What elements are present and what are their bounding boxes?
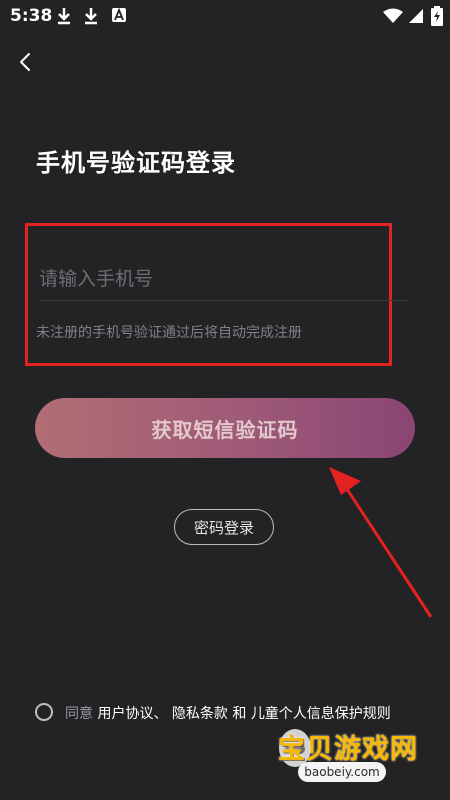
child-privacy-link[interactable]: 儿童个人信息保护规则 [251, 706, 391, 722]
download-icon [85, 8, 97, 25]
user-agreement-link[interactable]: 用户协议 [97, 706, 153, 722]
watermark-url: baobeiy.com [298, 762, 386, 782]
annotation-arrow-icon [329, 467, 433, 618]
status-time: 5:38 [10, 6, 53, 26]
status-bar: 5:38 [0, 0, 450, 32]
download-icon [58, 8, 70, 25]
privacy-policy-link[interactable]: 隐私条款 [172, 706, 228, 722]
agreement-separator: 、 [153, 706, 168, 722]
agreement-text: 同意 用户协议、 隐私条款 和 儿童个人信息保护规则 [65, 703, 391, 723]
get-sms-code-button[interactable]: 获取短信验证码 [35, 398, 415, 458]
agree-prefix: 同意 [65, 706, 93, 722]
page-title: 手机号验证码登录 [36, 149, 236, 177]
battery-icon [431, 6, 443, 26]
a-icon [112, 7, 126, 22]
registration-hint: 未注册的手机号验证通过后将自动完成注册 [36, 325, 302, 341]
password-login-button[interactable]: 密码登录 [174, 509, 274, 545]
phone-input[interactable] [39, 258, 409, 301]
agreement-and: 和 [232, 706, 247, 722]
watermark-logo: 宝贝游戏网 baobeiy.com [270, 722, 420, 784]
watermark-text: 宝贝游戏网 [278, 734, 418, 765]
back-arrow-icon[interactable] [14, 48, 38, 76]
agree-radio[interactable] [35, 703, 53, 721]
wifi-icon [383, 8, 403, 23]
signal-icon [409, 9, 423, 23]
